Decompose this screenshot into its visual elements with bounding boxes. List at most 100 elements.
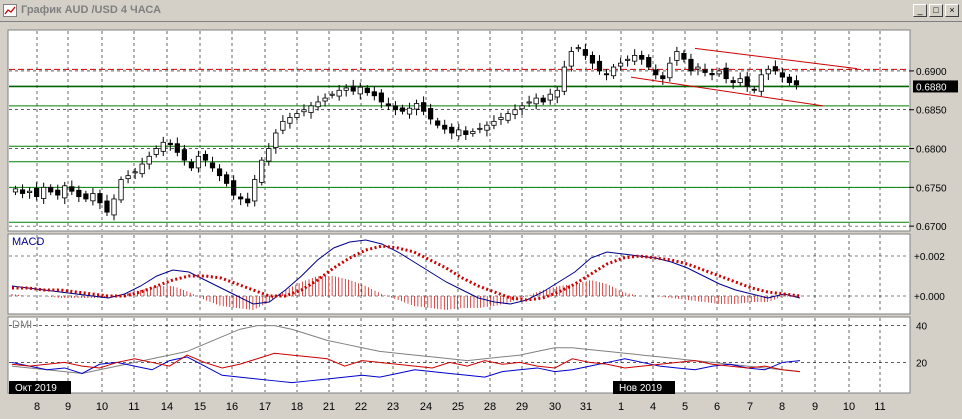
candle-body [610,66,617,77]
candle-body [48,186,54,193]
candle-body [301,109,307,113]
candle-body [512,109,518,115]
candle-body [280,120,286,131]
candle-body [202,154,209,161]
candle-body [259,159,265,183]
chart-app-icon [3,4,17,17]
candle-body [737,78,743,83]
x-tick-label: 8 [779,401,785,413]
candle-body [55,189,61,196]
candle-body [231,180,237,196]
x-tick-label: 24 [420,401,432,413]
macd-pane[interactable] [7,233,911,315]
x-tick-label: 1 [618,401,624,413]
x-tick-label: 17 [259,401,271,413]
candle-body [90,193,96,202]
candle-body [765,68,771,75]
dmi-pane[interactable] [7,316,911,394]
x-tick-label: 11 [128,401,139,413]
x-tick-label: 31 [580,401,592,413]
candle-body [111,198,117,216]
candle-body [449,126,455,134]
y-tick-label: 0.6900 [916,67,947,78]
y-tick-label: 0.6850 [916,106,947,117]
close-button[interactable]: × [945,4,959,17]
candle-body [435,120,441,126]
candle-body [779,72,786,78]
current-price-label: 0.6880 [916,82,947,93]
x-tick-label: 21 [323,401,335,413]
candle-body [498,117,504,120]
candle-body [83,193,89,200]
candle-body [723,67,729,80]
candle-body [681,52,687,60]
candle-body [428,108,434,120]
x-tick-label: 10 [96,401,108,413]
candle-body [399,107,406,112]
candle-body [709,73,715,76]
candle-body [308,105,314,113]
candle-body [12,188,19,193]
candle-body [519,105,525,110]
candle-body [716,70,722,75]
candle-body [287,117,293,124]
candle-body [188,161,195,169]
candle-body [378,92,384,103]
candle-body [160,141,166,152]
candle-body [329,93,335,96]
x-tick-label: 18 [291,401,303,413]
candle-body [118,179,124,201]
candle-body [420,102,427,112]
candle-body [554,89,560,98]
candle-body [617,62,624,67]
macd-pane-title: MACD [12,236,44,248]
candle-body [62,185,68,199]
macd-tick-label: +0.002 [914,252,945,263]
candle-body [26,190,33,193]
candle-body [245,198,251,204]
candle-body [772,66,778,72]
candle-body [491,120,497,126]
candle-body [744,76,750,87]
candle-body [625,58,631,61]
minimize-button[interactable]: _ [913,4,927,17]
x-tick-label: 23 [387,401,399,413]
candle-body [674,51,680,61]
candle-body [758,74,764,92]
candle-body [660,75,666,80]
candle-body [456,129,462,137]
candle-body [104,200,110,213]
candle-body [132,171,138,174]
candle-body [252,179,258,202]
candle-body [350,85,356,92]
candle-body [596,60,603,72]
candle-body [385,103,392,107]
chart-canvas[interactable]: 0.6700 0.6750 0.6800 0.6850 0.6900 0.6880 +0.0… [0,22,962,419]
candle-body [167,142,173,146]
candle-body [413,103,420,110]
candle-body [470,131,476,135]
y-tick-label: 0.6700 [916,222,947,233]
window-title: График AUD /USD 4 ЧАСА [21,4,162,16]
candle-body [540,97,546,103]
candle-body [702,69,708,73]
month-marker-label: Окт 2019 [15,383,57,394]
candle-body [730,80,736,83]
candle-body [223,174,230,184]
x-tick-label: 4 [650,401,656,413]
candle-body [589,55,596,64]
x-tick-label: 14 [161,401,173,413]
dmi-tick-label: 20 [916,358,928,369]
y-tick-label: 0.6800 [916,145,947,156]
candle-body [146,155,152,165]
candle-body [533,97,539,105]
candle-body [526,101,532,104]
candle-body [364,87,370,94]
candle-body [667,62,673,79]
restore-button[interactable]: □ [929,4,943,17]
x-tick-label: 8 [34,401,40,413]
candle-body [209,162,216,169]
x-tick-label: 30 [549,401,561,413]
candle-body [371,91,377,97]
candle-body [125,175,131,180]
